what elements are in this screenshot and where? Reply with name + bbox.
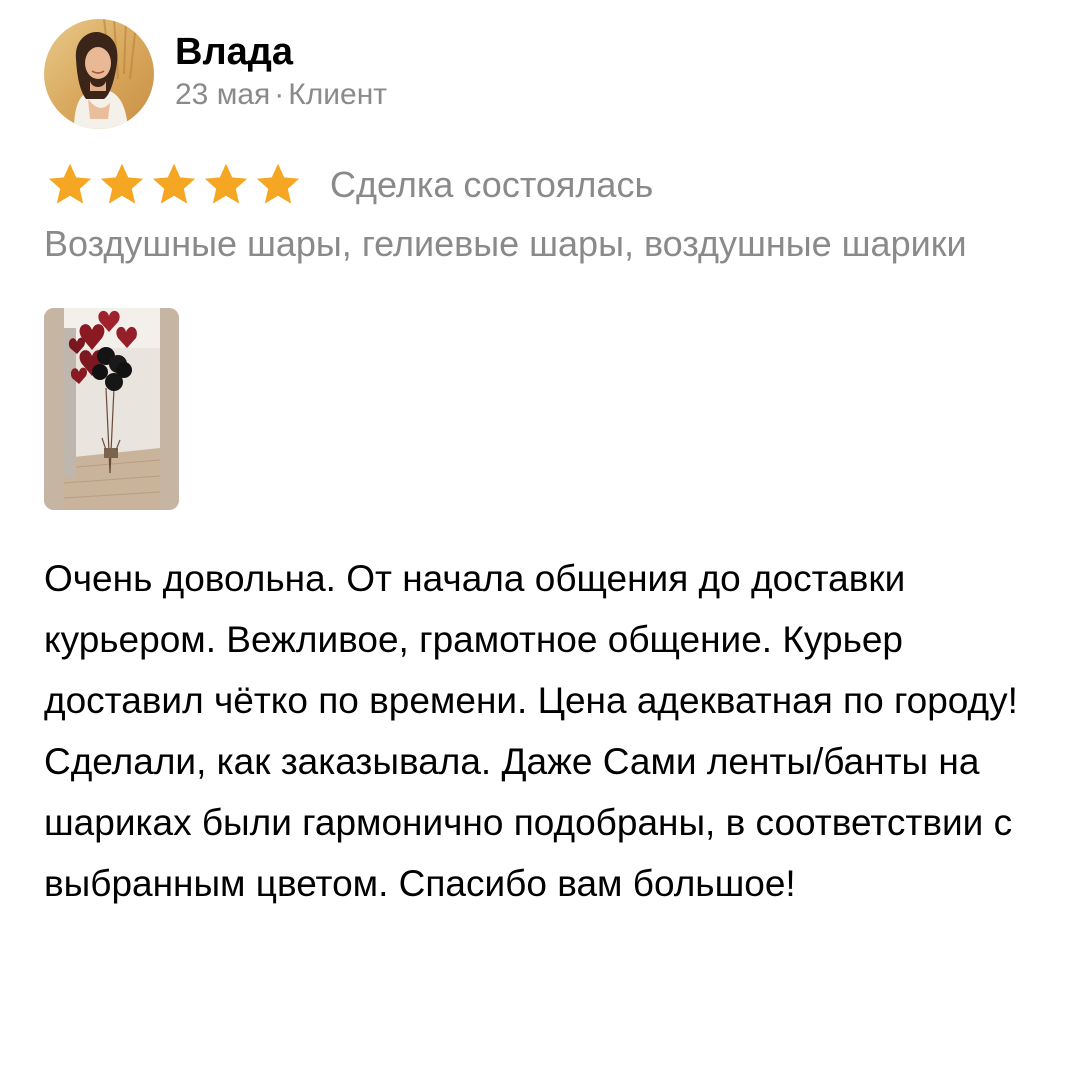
star-icon bbox=[100, 163, 144, 204]
author-info: Влада 23 мая · Клиент bbox=[175, 29, 387, 113]
review-text: Очень довольна. От начала общения до дос… bbox=[44, 548, 1054, 914]
avatar-photo-icon bbox=[44, 19, 154, 129]
star-icon bbox=[204, 163, 248, 204]
author-meta: 23 мая · Клиент bbox=[175, 77, 387, 113]
review-paragraph: Сделали, как заказывала. Даже Сами ленты… bbox=[44, 741, 1013, 904]
review-photo[interactable] bbox=[44, 308, 179, 510]
review-header: Влада 23 мая · Клиент bbox=[44, 18, 1044, 130]
review-paragraph: Очень довольна. От начала общения до дос… bbox=[44, 558, 1018, 721]
star-icon bbox=[48, 163, 92, 204]
star-icon bbox=[152, 163, 196, 204]
author-avatar[interactable] bbox=[44, 19, 154, 129]
author-name[interactable]: Влада bbox=[175, 29, 387, 75]
author-role: Клиент bbox=[288, 78, 387, 111]
rating-row: Сделка состоялась bbox=[44, 160, 1044, 210]
review-tags: Воздушные шары, гелиевые шары, воздушные… bbox=[44, 223, 967, 264]
star-icon bbox=[256, 163, 300, 204]
review-date: 23 мая bbox=[175, 78, 271, 111]
balloons-photo-icon bbox=[44, 308, 179, 510]
meta-separator: · bbox=[274, 78, 285, 111]
deal-status: Сделка состоялась bbox=[330, 164, 654, 205]
star-rating bbox=[45, 162, 303, 208]
review-card: Влада 23 мая · Клиент Сделка состоялась Во… bbox=[44, 18, 1044, 914]
